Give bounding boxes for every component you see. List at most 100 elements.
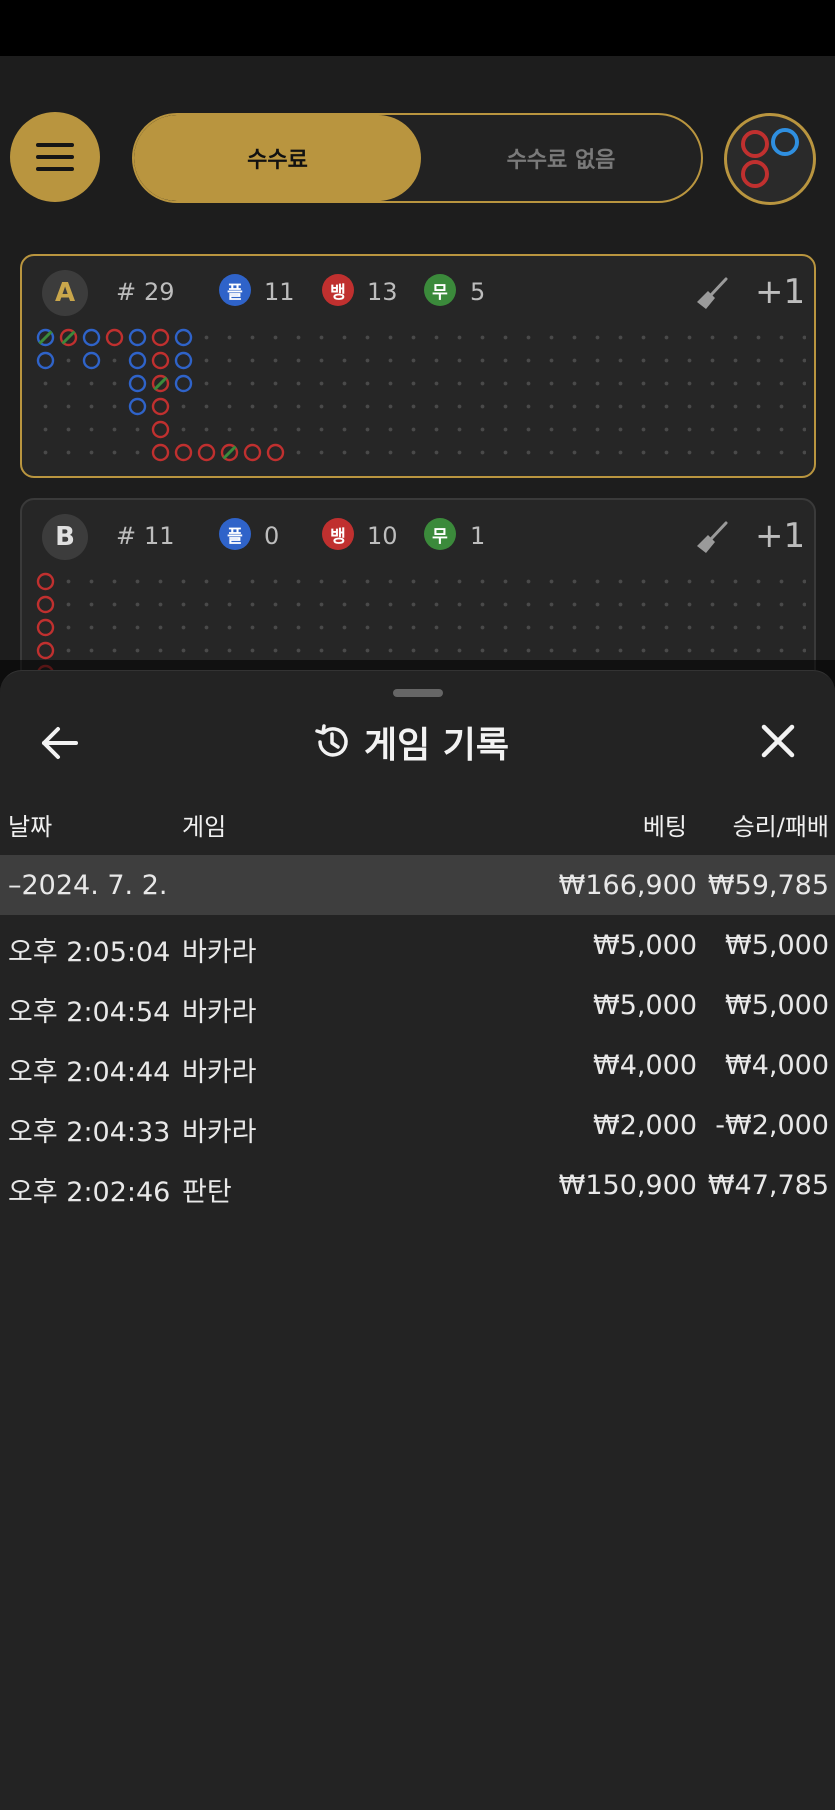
circles-logo-icon[interactable] [724, 113, 816, 205]
history-row[interactable]: 오후 2:02:46 판탄 ₩150,900 ₩47,785 [0, 1155, 835, 1215]
row-game: 바카라 [182, 1117, 257, 1148]
row-game: 바카라 [182, 937, 257, 968]
big-road-marks [36, 328, 285, 462]
road-bead [151, 443, 170, 462]
player-count: 0 [264, 522, 280, 550]
logo-circle-red [741, 130, 769, 158]
row-bet: ₩5,000 [593, 990, 697, 1021]
road-bead [36, 595, 55, 614]
road-bead [36, 351, 55, 370]
banker-count: 13 [367, 278, 398, 306]
road-bead [266, 443, 285, 462]
row-time: 오후 2:02:46 [8, 1177, 171, 1208]
fee-option[interactable]: 수수료 [134, 115, 421, 201]
row-result: -₩2,000 [715, 1110, 829, 1141]
road-bead [36, 641, 55, 660]
road-card-a[interactable]: A # 29 플 11 뱅 13 무 5 +1 [20, 254, 816, 478]
sheet-drag-handle[interactable] [393, 689, 443, 697]
row-result: ₩47,785 [707, 1170, 829, 1201]
player-chip: 플 [219, 274, 251, 306]
fee-toggle[interactable]: 수수료 수수료 없음 [132, 113, 703, 203]
road-bead [128, 374, 147, 393]
row-time: 오후 2:04:44 [8, 1057, 171, 1088]
row-game: 판탄 [182, 1177, 232, 1208]
history-row[interactable]: 오후 2:04:33 바카라 ₩2,000 -₩2,000 [0, 1095, 835, 1155]
road-bead [174, 443, 193, 462]
row-result: ₩4,000 [725, 1050, 829, 1081]
history-row[interactable]: 오후 2:04:44 바카라 ₩4,000 ₩4,000 [0, 1035, 835, 1095]
menu-button[interactable] [10, 112, 100, 202]
banker-chip: 뱅 [322, 274, 354, 306]
title-text: 게임 기록 [364, 725, 510, 766]
tie-count: 1 [470, 522, 486, 550]
column-date: 날짜 [8, 813, 53, 841]
player-chip: 플 [219, 518, 251, 550]
plus-one-button[interactable]: +1 [755, 516, 805, 556]
row-bet: ₩2,000 [593, 1110, 697, 1141]
hash-sign: # [116, 278, 137, 306]
road-bead [36, 572, 55, 591]
table-letter-badge: B [42, 514, 88, 560]
round-count: 29 [144, 278, 175, 306]
row-bet: ₩4,000 [593, 1050, 697, 1081]
road-bead [128, 328, 147, 347]
arrow-left-icon[interactable] [38, 721, 82, 765]
row-game: 바카라 [182, 1057, 257, 1088]
row-bet: ₩150,900 [558, 1170, 697, 1201]
row-time: 오후 2:05:04 [8, 937, 171, 968]
plus-one-button[interactable]: +1 [755, 272, 805, 312]
player-count: 11 [264, 278, 295, 306]
road-bead [151, 420, 170, 439]
close-icon[interactable] [756, 719, 800, 763]
logo-circle-red [741, 160, 769, 188]
row-result: ₩5,000 [725, 990, 829, 1021]
road-bead [105, 328, 124, 347]
road-bead [151, 328, 170, 347]
road-card-header: B # 11 플 0 뱅 10 무 1 +1 [22, 500, 814, 560]
column-result: 승리/패배 [732, 813, 829, 841]
hash-sign: # [116, 522, 137, 550]
row-time: 오후 2:04:54 [8, 997, 171, 1028]
history-icon [315, 724, 348, 757]
column-bet: 베팅 [642, 813, 687, 841]
summary-date: –2024. 7. 2. [8, 870, 168, 901]
logo-circle-blue [771, 128, 799, 156]
road-bead [174, 351, 193, 370]
table-letter-badge: A [42, 270, 88, 316]
history-row[interactable]: 오후 2:04:54 바카라 ₩5,000 ₩5,000 [0, 975, 835, 1035]
history-row[interactable]: 오후 2:05:04 바카라 ₩5,000 ₩5,000 [0, 915, 835, 975]
column-game: 게임 [182, 813, 227, 841]
road-bead [36, 618, 55, 637]
no-fee-option[interactable]: 수수료 없음 [421, 115, 701, 201]
road-bead [243, 443, 262, 462]
road-bead [82, 328, 101, 347]
row-bet: ₩5,000 [593, 930, 697, 961]
road-bead [174, 328, 193, 347]
banker-chip: 뱅 [322, 518, 354, 550]
road-bead [128, 397, 147, 416]
broom-icon[interactable] [694, 276, 730, 312]
road-card-header: A # 29 플 11 뱅 13 무 5 +1 [22, 256, 814, 316]
road-bead [197, 443, 216, 462]
road-bead [128, 351, 147, 370]
status-bar [0, 0, 835, 56]
summary-bet: ₩166,900 [558, 870, 697, 901]
banker-count: 10 [367, 522, 398, 550]
row-result: ₩5,000 [725, 930, 829, 961]
tie-chip: 무 [424, 518, 456, 550]
row-game: 바카라 [182, 997, 257, 1028]
sheet-title: 게임 기록 [312, 717, 509, 767]
road-bead [174, 374, 193, 393]
broom-icon[interactable] [694, 520, 730, 556]
row-time: 오후 2:04:33 [8, 1117, 171, 1148]
hamburger-icon [36, 143, 74, 171]
round-count: 11 [144, 522, 175, 550]
road-bead [82, 351, 101, 370]
history-table-header: 날짜 게임 베팅 승리/패배 [0, 807, 835, 847]
game-history-sheet: 게임 기록 날짜 게임 베팅 승리/패배 –2024. 7. 2. ₩166,9… [0, 670, 835, 1810]
road-bead [151, 351, 170, 370]
date-summary-row[interactable]: –2024. 7. 2. ₩166,900 ₩59,785 [0, 855, 835, 915]
summary-result: ₩59,785 [707, 870, 829, 901]
road-bead [151, 397, 170, 416]
tie-count: 5 [470, 278, 486, 306]
